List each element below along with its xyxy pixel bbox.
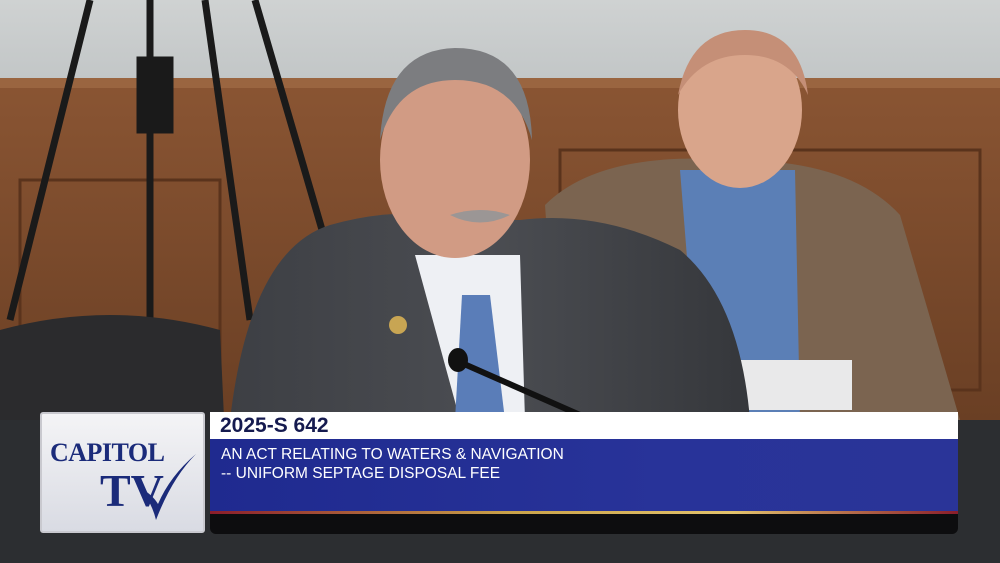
bill-title-line-2: -- UNIFORM SEPTAGE DISPOSAL FEE bbox=[221, 465, 501, 482]
bill-title-line-1: AN ACT RELATING TO WATERS & NAVIGATION bbox=[221, 446, 564, 463]
capitol-tv-logo: CAPITOL TV bbox=[40, 412, 205, 533]
bill-title: AN ACT RELATING TO WATERS & NAVIGATION -… bbox=[210, 439, 958, 511]
bill-id: 2025-S 642 bbox=[210, 412, 958, 439]
banner-footer-bar bbox=[210, 514, 958, 534]
checkmark-icon bbox=[140, 454, 196, 520]
lower-third-banner: 2025-S 642 AN ACT RELATING TO WATERS & N… bbox=[210, 412, 958, 534]
